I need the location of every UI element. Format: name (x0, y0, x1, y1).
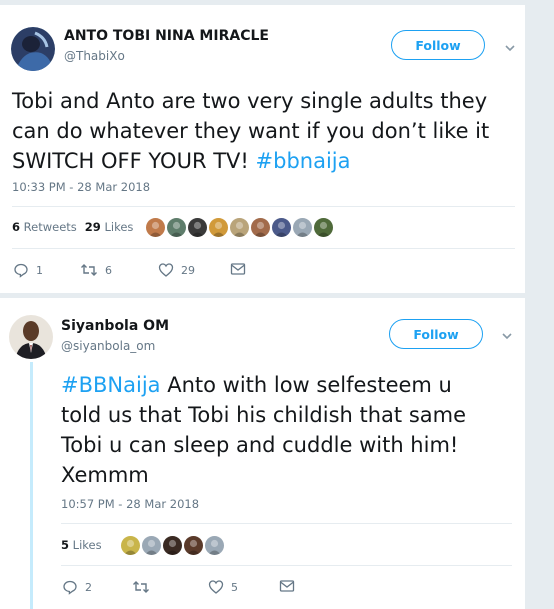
hashtag-link[interactable]: #BBNaija (61, 373, 161, 397)
likers-avatars (121, 536, 224, 555)
tweet-text-line: Xemmm (61, 463, 149, 487)
liker-avatar[interactable] (163, 536, 182, 555)
tweet-text-line: can do whatever they want if you don’t l… (12, 119, 490, 143)
author-name[interactable]: ANTO TOBI NINA MIRACLE (64, 28, 269, 44)
chevron-down-icon[interactable] (500, 329, 514, 343)
hashtag-link[interactable]: #bbnaija (256, 149, 351, 173)
tweet-text-line: SWITCH OFF YOUR TV! #bbnaija (12, 149, 351, 173)
chevron-down-icon[interactable] (503, 41, 517, 55)
liker-avatar[interactable] (184, 536, 203, 555)
heart-icon (158, 263, 174, 277)
liker-avatar[interactable] (188, 218, 207, 237)
author-handle[interactable]: @siyanbola_om (61, 339, 155, 353)
retweet-action[interactable] (132, 579, 157, 595)
liker-avatar[interactable] (251, 218, 270, 237)
author-name[interactable]: Siyanbola OM (61, 318, 169, 334)
tweet-timestamp[interactable]: 10:33 PM - 28 Mar 2018 (12, 180, 150, 194)
retweets-stat[interactable]: 6 Retweets (12, 220, 77, 234)
avatar[interactable] (11, 27, 55, 71)
tweet-card: ANTO TOBI NINA MIRACLE @ThabiXo Follow T… (0, 5, 525, 293)
thread-line (30, 362, 33, 609)
reply-action[interactable]: 1 (13, 262, 43, 278)
envelope-icon (279, 580, 295, 592)
likes-stat[interactable]: 5 Likes (61, 538, 102, 552)
like-action[interactable]: 29 (158, 262, 195, 278)
liker-avatar[interactable] (272, 218, 291, 237)
liker-avatar[interactable] (205, 536, 224, 555)
reply-action[interactable]: 2 (62, 579, 92, 595)
tweet-text-line: #BBNaija Anto with low selfesteem u (61, 373, 452, 397)
envelope-icon (230, 263, 246, 275)
divider (12, 206, 515, 207)
tweet-text-line: told us that Tobi his childish that same (61, 403, 466, 427)
reply-icon (14, 263, 28, 278)
retweet-action[interactable]: 6 (80, 262, 112, 278)
retweet-icon (133, 581, 149, 593)
divider (61, 565, 512, 566)
tweet-stats: 5 Likes (61, 538, 102, 552)
follow-button[interactable]: Follow (389, 319, 483, 349)
reply-icon (63, 580, 77, 595)
message-action[interactable] (279, 579, 295, 593)
follow-button[interactable]: Follow (391, 30, 485, 60)
likes-stat[interactable]: 29 Likes (85, 220, 134, 234)
liker-avatar[interactable] (230, 218, 249, 237)
divider (12, 248, 515, 249)
likers-avatars (146, 218, 333, 237)
divider (61, 523, 512, 524)
avatar[interactable] (9, 315, 53, 359)
tweet-text-line: Tobi u can sleep and cuddle with him! (61, 433, 459, 457)
liker-avatar[interactable] (293, 218, 312, 237)
liker-avatar[interactable] (167, 218, 186, 237)
tweet-timestamp[interactable]: 10:57 PM - 28 Mar 2018 (61, 497, 199, 511)
liker-avatar[interactable] (209, 218, 228, 237)
liker-avatar[interactable] (142, 536, 161, 555)
tweet-stats: 6 Retweets 29 Likes (12, 220, 133, 234)
liker-avatar[interactable] (146, 218, 165, 237)
tweet-text-line: Tobi and Anto are two very single adults… (12, 89, 488, 113)
tweet-card: Siyanbola OM @siyanbola_om Follow #BBNai… (0, 298, 525, 609)
retweet-icon (81, 264, 97, 276)
tweet-text: Tobi and Anto are two very single adults… (12, 86, 489, 176)
like-action[interactable]: 5 (208, 579, 238, 595)
message-action[interactable] (230, 262, 246, 276)
tweet-text: #BBNaija Anto with low selfesteem u told… (61, 370, 466, 490)
author-handle[interactable]: @ThabiXo (64, 49, 125, 63)
liker-avatar[interactable] (314, 218, 333, 237)
heart-icon (208, 580, 224, 594)
liker-avatar[interactable] (121, 536, 140, 555)
